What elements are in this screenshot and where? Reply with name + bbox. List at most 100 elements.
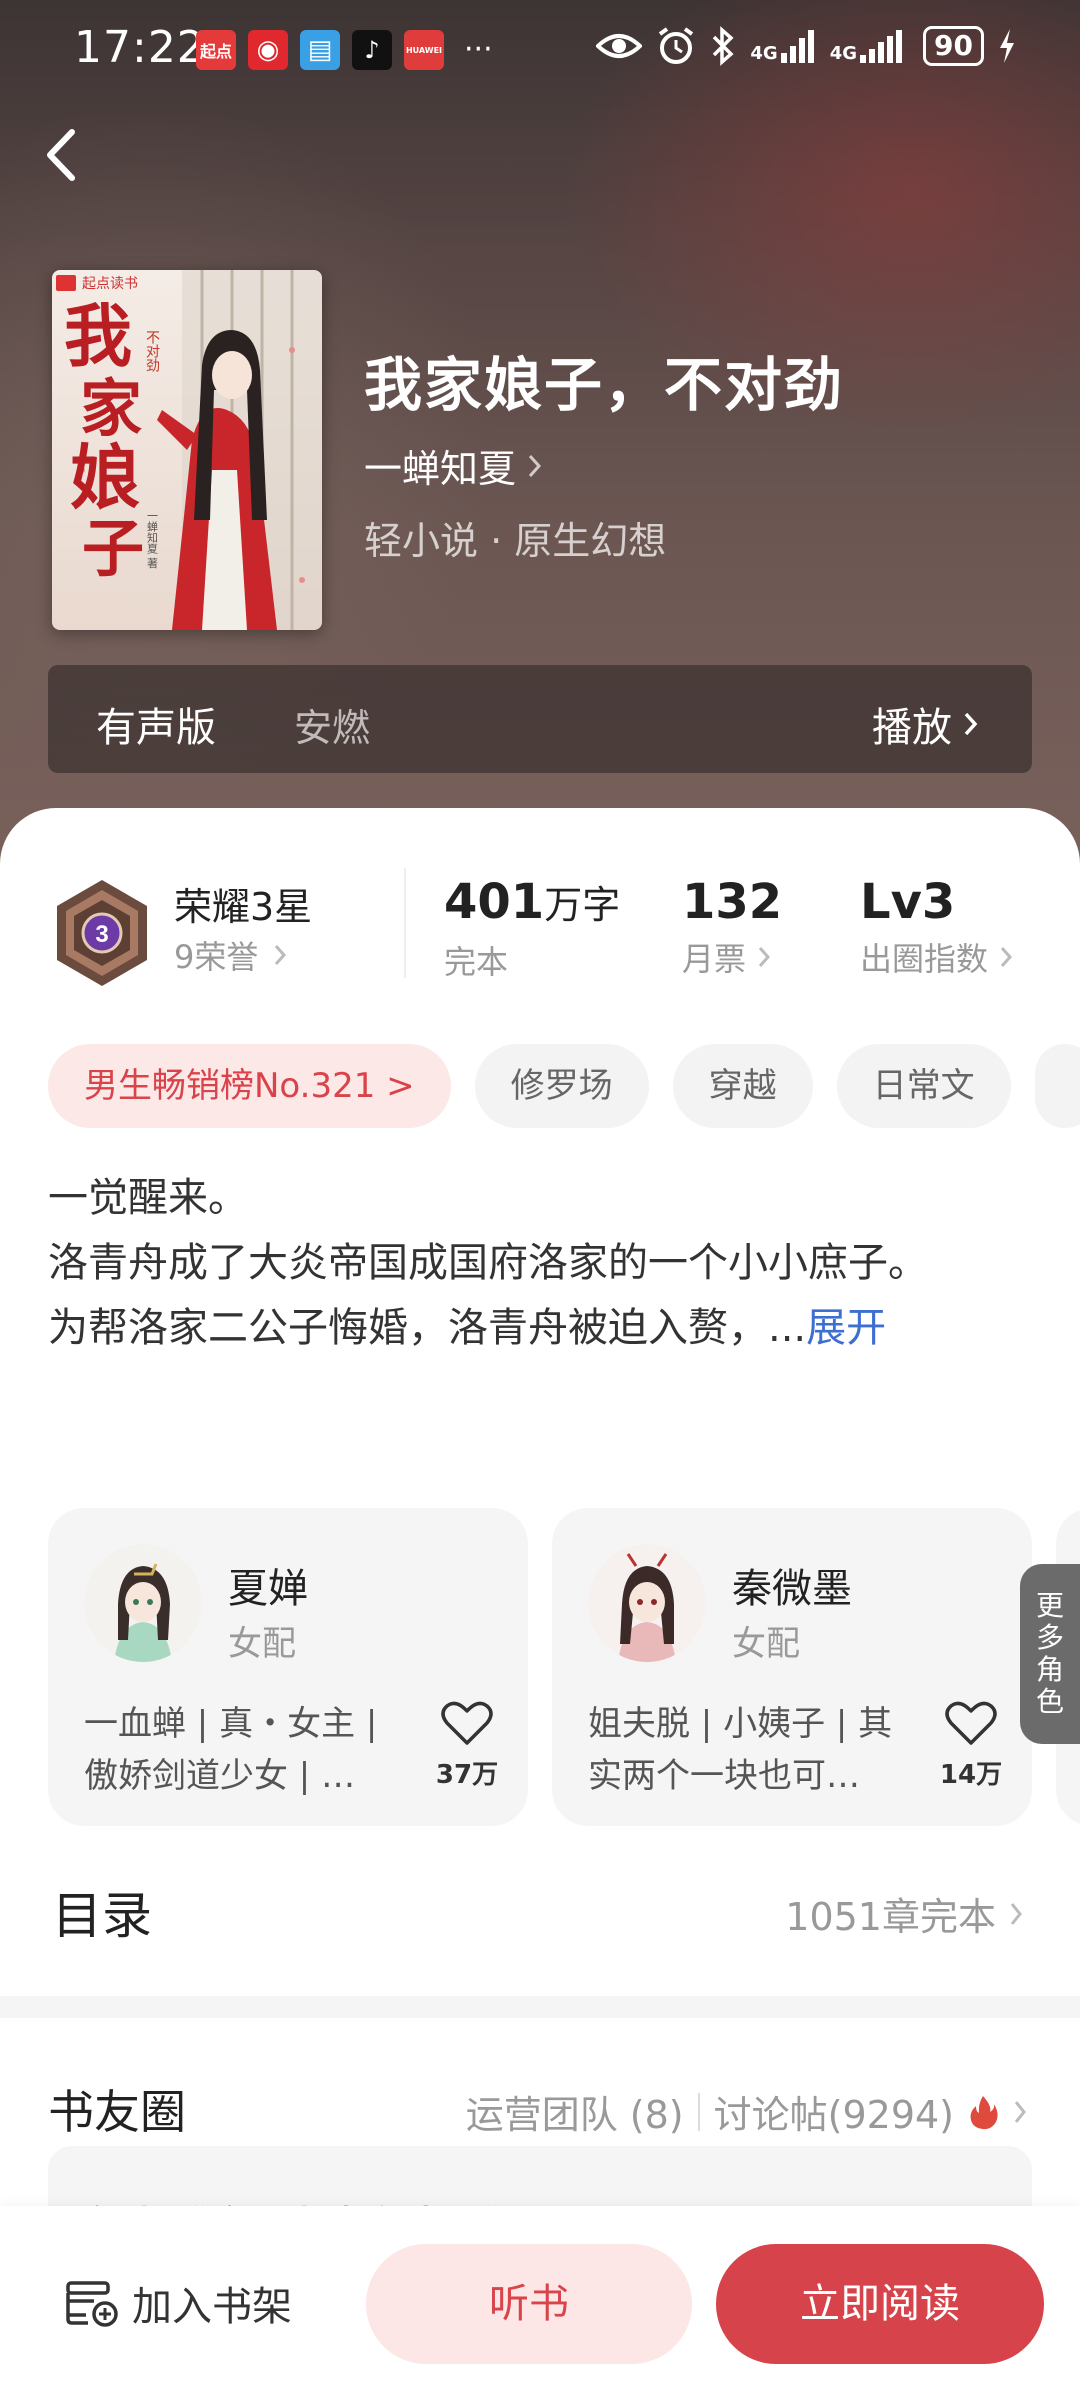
character-role: 女配	[228, 1624, 296, 1664]
tag-item[interactable]: 日常文	[836, 1044, 1011, 1128]
reader-circle-title: 书友圈	[48, 2085, 186, 2139]
tag-list: 男生畅销榜No.321 > 修罗场 穿越 日常文	[48, 1044, 1080, 1128]
divider	[697, 2092, 700, 2131]
character-description: 一血蝉 | 真・女主 | 傲娇剑道少女 | …	[84, 1704, 378, 1796]
character-role: 女配	[732, 1624, 800, 1664]
completion-status: 完本	[444, 943, 509, 981]
synopsis-line: 洛青舟成了大炎帝国成国府洛家的一个小小庶子。	[48, 1240, 928, 1286]
battery-indicator: 90	[923, 26, 984, 66]
netease-music-icon: ◉	[248, 30, 288, 70]
listen-button[interactable]: 听书	[366, 2244, 692, 2364]
qidian-app-icon: 起点	[196, 30, 236, 70]
like-count: 14万	[939, 1760, 1003, 1790]
status-time: 17:22	[74, 22, 206, 73]
character-card[interactable]: 夏婵 女配 一血蝉 | 真・女主 | 傲娇剑道少女 | … 37万	[48, 1508, 528, 1826]
play-label: 播放	[872, 705, 952, 751]
cover-title-1: 我	[64, 297, 132, 377]
chevron-right-icon	[758, 947, 771, 967]
book-genre: 轻小说 · 原生幻想	[364, 519, 667, 563]
signal-1-label: 4G	[750, 43, 778, 64]
synopsis-line: 一觉醒来。	[48, 1175, 248, 1221]
honor-level: 3	[95, 921, 108, 948]
like-button[interactable]: 14万	[936, 1700, 1006, 1791]
bluetooth-icon	[713, 26, 734, 66]
book-app-icon: ▤	[300, 30, 340, 70]
cover-title-4: 子	[82, 512, 144, 585]
table-of-contents-title[interactable]: 目录	[52, 1876, 152, 1948]
like-count: 37万	[435, 1760, 499, 1790]
eye-icon	[596, 34, 643, 58]
cover-author: 一蝉知夏 著	[146, 510, 159, 569]
more-characters-button[interactable]: 更多角色	[1020, 1564, 1080, 1744]
section-divider	[0, 1996, 1080, 2018]
book-cover[interactable]: 起点读书 我 家 娘 子 不对劲 一蝉知夏 著	[52, 270, 322, 630]
chevron-right-icon	[964, 712, 978, 736]
read-now-button[interactable]: 立即阅读	[716, 2244, 1044, 2364]
audio-narrator: 安燃	[294, 706, 371, 750]
honor-count: 9荣誉	[174, 938, 259, 976]
book-title: 我家娘子，不对劲	[364, 351, 845, 419]
character-list: 夏婵 女配 一血蝉 | 真・女主 | 傲娇剑道少女 | … 37万 秦微墨 女配…	[48, 1508, 1080, 1828]
table-of-contents-link[interactable]: 1051章完本	[785, 1886, 1024, 1941]
cover-subtitle: 不对劲	[144, 330, 160, 373]
reader-circle-links[interactable]: 运营团队 (8) 讨论帖(9294)	[466, 2084, 1028, 2139]
back-arrow-icon[interactable]	[28, 120, 98, 190]
expand-link[interactable]: 展开	[806, 1305, 886, 1351]
character-name: 夏婵	[228, 1566, 308, 1612]
popularity-index-stat[interactable]: Lv3 出圈指数	[860, 872, 1014, 980]
signal-2: 4G	[830, 29, 909, 63]
alarm-icon	[659, 27, 694, 64]
word-count-stat: 401万字 完本	[444, 872, 620, 983]
book-detail-card: 3 荣耀3星 9荣誉 401万字 完本 132 月票 Lv3 出圈指数 男生畅销…	[0, 808, 1080, 2400]
tag-item[interactable]: 修罗场	[474, 1044, 649, 1128]
character-name: 秦微墨	[732, 1566, 852, 1612]
system-icons: 4G 4G 90	[596, 26, 1016, 66]
synopsis-line: 为帮洛家二公子悔婚，洛青舟被迫入赘，...	[48, 1305, 807, 1351]
monthly-ticket-label: 月票	[682, 940, 747, 978]
more-notifications-icon: ···	[464, 32, 493, 67]
audio-version-bar[interactable]: 有声版 安燃 播放	[48, 665, 1032, 773]
chevron-right-icon	[1010, 1902, 1022, 1925]
heart-icon	[945, 1701, 997, 1745]
signal-bars-icon	[780, 30, 814, 63]
play-button[interactable]: 播放	[872, 695, 980, 753]
operation-team-link[interactable]: 运营团队 (8)	[466, 2084, 684, 2139]
fire-icon	[970, 2095, 998, 2129]
signal-1: 4G	[750, 29, 815, 63]
author-link[interactable]: 一蝉知夏	[364, 438, 544, 493]
character-avatar	[588, 1544, 706, 1662]
chevron-right-icon	[275, 945, 287, 965]
tag-item-partial[interactable]	[1034, 1044, 1080, 1128]
honor-link[interactable]: 9荣誉	[174, 932, 288, 978]
chevron-right-icon	[1000, 947, 1013, 967]
divider	[404, 868, 406, 978]
add-to-shelf-label: 加入书架	[132, 2284, 292, 2330]
popularity-level: Lv3	[860, 874, 956, 930]
charging-icon	[1000, 29, 1014, 63]
honor-title: 荣耀3星	[174, 885, 313, 929]
signal-bars-icon	[860, 30, 903, 63]
discussion-posts-link[interactable]: 讨论帖(9294)	[714, 2084, 954, 2139]
word-count: 401	[444, 874, 545, 930]
character-description: 姐夫脱 | 小姨子 | 其实两个一块也可…	[588, 1704, 893, 1796]
chevron-right-icon	[528, 454, 542, 477]
add-to-shelf-button[interactable]: 加入书架	[64, 2274, 292, 2332]
popularity-label: 出圈指数	[860, 940, 989, 978]
character-avatar	[84, 1544, 202, 1662]
monthly-ticket-stat[interactable]: 132 月票	[682, 872, 782, 980]
cover-publisher: 起点读书	[82, 275, 138, 291]
ranking-tag[interactable]: 男生畅销榜No.321 >	[48, 1044, 451, 1128]
monthly-ticket-count: 132	[682, 874, 783, 930]
book-header: 17:22 起点 ◉ ▤ ♪ HUAWEI ··· 4G 4G 90 起点读书 …	[0, 0, 1080, 880]
huawei-icon: HUAWEI	[404, 30, 444, 70]
book-cover-art: 起点读书 我 家 娘 子 不对劲 一蝉知夏 著	[52, 270, 322, 630]
chapter-count: 1051章完本	[785, 1895, 996, 1939]
tag-item[interactable]: 穿越	[672, 1044, 813, 1128]
like-button[interactable]: 37万	[432, 1700, 502, 1791]
character-card[interactable]: 秦微墨 女配 姐夫脱 | 小姨子 | 其实两个一块也可… 14万	[552, 1508, 1032, 1826]
book-synopsis[interactable]: 一觉醒来。 洛青舟成了大炎帝国成国府洛家的一个小小庶子。 为帮洛家二公子悔婚，洛…	[48, 1166, 1032, 1361]
word-count-unit: 万字	[544, 883, 621, 927]
status-bar: 17:22 起点 ◉ ▤ ♪ HUAWEI ··· 4G 4G 90	[0, 0, 1080, 100]
honor-badge-icon[interactable]: 3	[52, 878, 152, 988]
add-to-shelf-icon	[66, 2281, 118, 2327]
